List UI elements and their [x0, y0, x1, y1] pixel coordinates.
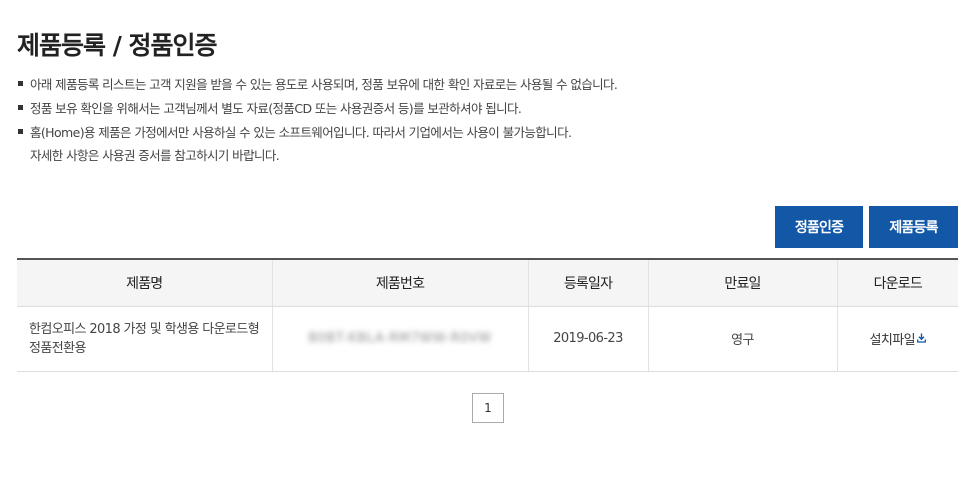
table-header-row: 제품명 제품번호 등록일자 만료일 다운로드 [17, 258, 958, 307]
pagination-page-1[interactable]: 1 [472, 393, 504, 423]
registered-date-cell: 2019-06-23 [527, 306, 648, 372]
square-bullet-icon [18, 81, 23, 86]
notice-text: 아래 제품등록 리스트는 고객 지원을 받을 수 있는 용도로 사용되며, 정품… [30, 77, 618, 92]
download-icon [917, 332, 926, 347]
notice-item: 홈(Home)용 제품은 가정에서만 사용하실 수 있는 소프트웨어입니다. 따… [17, 121, 957, 167]
product-register-button[interactable]: 제품등록 [869, 206, 958, 248]
notice-text-continued: 자세한 사항은 사용권 증서를 참고하시기 바랍니다. [30, 148, 280, 163]
square-bullet-icon [18, 129, 23, 134]
install-file-link[interactable]: 설치파일 [870, 333, 926, 348]
column-header-product-name: 제품명 [17, 258, 272, 307]
product-table: 제품명 제품번호 등록일자 만료일 다운로드 한컴오피스 2018 가정 및 학… [17, 258, 958, 372]
install-file-label: 설치파일 [869, 333, 916, 348]
product-name-cell: 한컴오피스 2018 가정 및 학생용 다운로드형 정품전환용 [17, 306, 272, 372]
notice-item: 아래 제품등록 리스트는 고객 지원을 받을 수 있는 용도로 사용되며, 정품… [17, 73, 957, 97]
expiry-cell: 영구 [647, 306, 837, 372]
page-title: 제품등록 / 정품인증 [17, 31, 218, 60]
column-header-download: 다운로드 [836, 258, 958, 307]
column-header-expiry: 만료일 [647, 258, 837, 307]
column-header-product-number: 제품번호 [271, 258, 528, 307]
download-cell: 설치파일 [836, 306, 958, 372]
product-number-cell: B0BT-KBLA-RM7WW-R0VW [271, 306, 528, 372]
notice-text: 홈(Home)용 제품은 가정에서만 사용하실 수 있는 소프트웨어입니다. 따… [30, 125, 572, 140]
product-serial-blurred: B0BT-KBLA-RM7WW-R0VW [308, 331, 492, 346]
notice-text: 정품 보유 확인을 위해서는 고객님께서 별도 자료(정품CD 또는 사용권증서… [30, 101, 522, 116]
table-row: 한컴오피스 2018 가정 및 학생용 다운로드형 정품전환용 B0BT-KBL… [17, 306, 958, 372]
notice-list: 아래 제품등록 리스트는 고객 지원을 받을 수 있는 용도로 사용되며, 정품… [17, 73, 957, 167]
square-bullet-icon [18, 105, 23, 110]
genuine-auth-button[interactable]: 정품인증 [775, 206, 863, 248]
column-header-registered-date: 등록일자 [527, 258, 648, 307]
notice-item: 정품 보유 확인을 위해서는 고객님께서 별도 자료(정품CD 또는 사용권증서… [17, 97, 957, 121]
